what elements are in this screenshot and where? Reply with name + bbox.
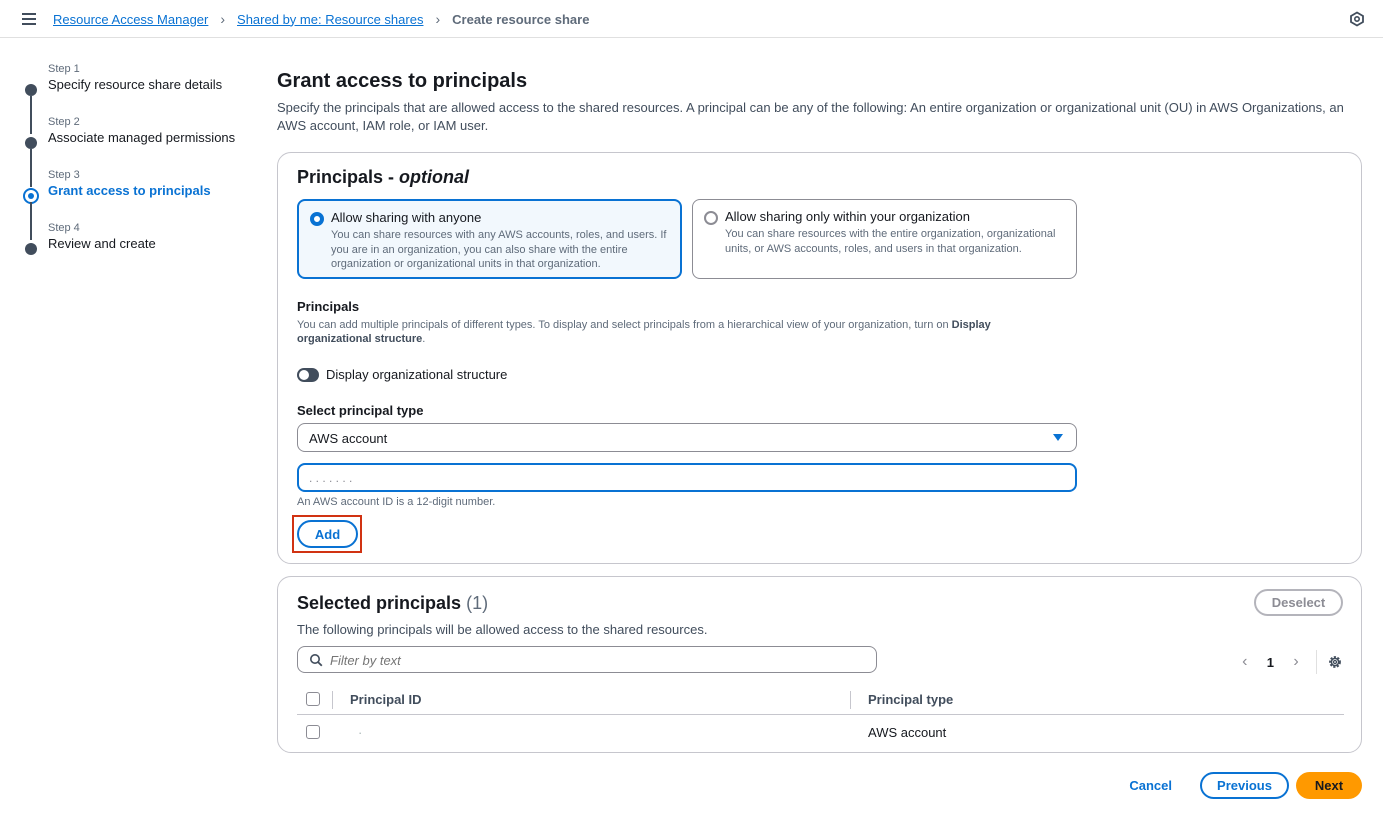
column-divider xyxy=(850,691,851,709)
principals-table: Principal ID Principal type · AWS accoun… xyxy=(297,683,1344,749)
main-content: Grant access to principals Specify the p… xyxy=(277,70,1362,753)
top-bar: Resource Access Manager › Shared by me: … xyxy=(0,0,1383,38)
step-number: Step 2 xyxy=(48,116,80,128)
page-title: Grant access to principals xyxy=(277,70,528,92)
org-structure-toggle[interactable] xyxy=(297,368,319,382)
page-number[interactable]: 1 xyxy=(1267,655,1274,670)
breadcrumb-resource-shares[interactable]: Shared by me: Resource shares xyxy=(237,12,423,27)
selected-count: (1) xyxy=(466,593,489,613)
breadcrumb: Resource Access Manager › Shared by me: … xyxy=(53,11,589,27)
gear-icon[interactable] xyxy=(1327,654,1343,670)
step-number: Step 3 xyxy=(48,169,80,181)
principals-card-title: Principals - optional xyxy=(297,167,470,187)
step-dot-icon xyxy=(25,243,37,255)
step-label: Grant access to principals xyxy=(48,183,211,198)
option-description: You can share resources with the entire … xyxy=(725,228,1056,255)
step-number: Step 1 xyxy=(48,63,80,75)
option-label: Allow sharing with anyone xyxy=(331,210,482,225)
sharing-org-only-option[interactable]: Allow sharing only within your organizat… xyxy=(692,199,1077,279)
add-button[interactable]: Add xyxy=(297,520,358,548)
select-all-checkbox[interactable] xyxy=(306,692,320,706)
chevron-left-icon[interactable]: ‹ xyxy=(1235,652,1255,672)
column-principal-type[interactable]: Principal type xyxy=(868,692,953,707)
hexagon-help-icon[interactable] xyxy=(1349,11,1365,27)
principals-description: You can add multiple principals of diffe… xyxy=(297,319,991,345)
toggle-label: Display organizational structure xyxy=(326,367,508,382)
next-button[interactable]: Next xyxy=(1296,772,1362,799)
breadcrumb-resource-access-manager[interactable]: Resource Access Manager xyxy=(53,12,208,27)
filter-input[interactable] xyxy=(330,651,860,669)
select-value: AWS account xyxy=(309,431,388,446)
account-id-hint: An AWS account ID is a 12-digit number. xyxy=(297,496,496,508)
principal-type-cell: AWS account xyxy=(868,725,947,740)
option-label: Allow sharing only within your organizat… xyxy=(725,209,970,224)
previous-button[interactable]: Previous xyxy=(1200,772,1289,799)
pagination: ‹ 1 › xyxy=(1235,650,1343,674)
deselect-button[interactable]: Deselect xyxy=(1254,589,1343,616)
step-number: Step 4 xyxy=(48,222,80,234)
option-description: You can share resources with any AWS acc… xyxy=(331,229,667,270)
wizard-steps: Step 1 Specify resource share details St… xyxy=(22,60,252,272)
step-3: Step 3 Grant access to principals xyxy=(22,169,252,240)
step-dot-icon xyxy=(25,84,37,96)
step-2[interactable]: Step 2 Associate managed permissions xyxy=(22,116,252,187)
page-description: Specify the principals that are allowed … xyxy=(277,100,1344,133)
caret-down-icon xyxy=(1053,434,1063,441)
optional-label: optional xyxy=(399,167,470,187)
account-id-input[interactable] xyxy=(297,463,1077,492)
breadcrumb-current: Create resource share xyxy=(452,11,590,27)
filter-box[interactable] xyxy=(297,646,877,673)
wizard-footer: Cancel Previous Next xyxy=(1129,772,1362,799)
step-label: Review and create xyxy=(48,236,156,251)
pager-divider xyxy=(1316,650,1317,674)
principals-card: Principals - optional Allow sharing with… xyxy=(277,152,1362,564)
selected-principals-description: The following principals will be allowed… xyxy=(297,622,708,637)
sharing-anyone-option[interactable]: Allow sharing with anyone You can share … xyxy=(297,199,682,279)
principals-label: Principals xyxy=(297,299,360,314)
step-label: Associate managed permissions xyxy=(48,130,236,145)
chevron-right-icon: › xyxy=(435,11,441,27)
step-label: Specify resource share details xyxy=(48,77,223,92)
selected-principals-title: Selected principals (1) xyxy=(297,593,489,613)
selected-principals-card: Selected principals (1) Deselect The fol… xyxy=(277,576,1362,753)
menu-icon[interactable] xyxy=(22,13,36,25)
table-header: Principal ID Principal type xyxy=(297,683,1344,715)
step-dot-icon xyxy=(25,137,37,149)
row-checkbox[interactable] xyxy=(306,725,320,739)
radio-selected[interactable] xyxy=(310,212,324,226)
principal-type-select[interactable]: AWS account xyxy=(297,423,1077,452)
step-4: Step 4 Review and create xyxy=(22,222,252,272)
chevron-right-icon: › xyxy=(220,11,226,27)
column-divider xyxy=(332,691,333,709)
search-icon xyxy=(310,654,323,667)
step-1[interactable]: Step 1 Specify resource share details xyxy=(22,63,252,134)
table-row: · AWS account xyxy=(297,715,1344,749)
column-principal-id[interactable]: Principal ID xyxy=(350,692,422,707)
radio-unselected[interactable] xyxy=(704,211,718,225)
principal-id-cell: · xyxy=(358,725,363,740)
select-principal-type-label: Select principal type xyxy=(297,403,424,418)
chevron-right-icon[interactable]: › xyxy=(1286,652,1306,672)
cancel-button[interactable]: Cancel xyxy=(1129,778,1172,793)
